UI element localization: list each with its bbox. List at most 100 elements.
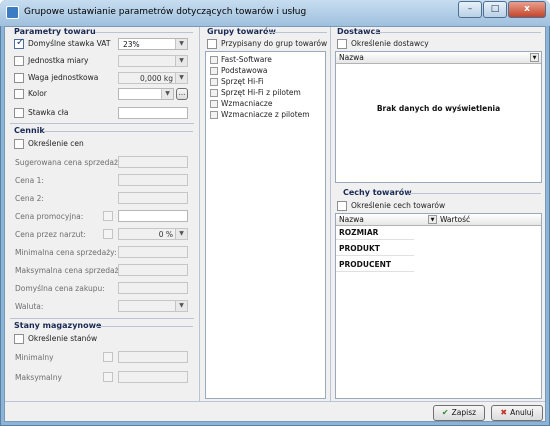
list-item[interactable]: Wzmacniacze — [210, 99, 273, 109]
cena2-label: Cena 2: — [15, 194, 44, 203]
checkbox-icon — [210, 67, 218, 75]
okreslenie-cen-label: Określenie cen — [28, 139, 84, 148]
jednostka-select[interactable]: ▼ — [118, 55, 188, 67]
cena2-input[interactable] — [118, 192, 188, 204]
okreslenie-stanow-checkbox[interactable] — [14, 334, 24, 344]
list-item-label: Wzmacniacze z pilotem — [221, 110, 310, 119]
vat-rate-select[interactable]: 23% ▼ — [118, 38, 188, 50]
cechy-grid[interactable]: Nazwa ▼ Wartość ROZMIAR PRODUKT PRODUCEN… — [335, 213, 542, 399]
kolor-picker-button[interactable]: ... — [176, 88, 188, 100]
minimalna-cena-label: Minimalna cena sprzedaży: — [15, 248, 117, 257]
column-divider-right — [330, 27, 331, 401]
list-item[interactable]: Podstawowa — [210, 66, 268, 76]
list-item[interactable]: Fast-Software — [210, 55, 272, 65]
minimalny-checkbox[interactable] — [103, 352, 113, 362]
chevron-down-icon: ▼ — [175, 39, 187, 49]
cechy-col-wartosc: Wartość — [440, 215, 471, 224]
column-divider-left — [199, 27, 200, 401]
kolor-select[interactable]: ▼ — [118, 88, 174, 100]
waga-value: 0,000 kg — [140, 74, 173, 83]
filter-dropdown-icon[interactable]: ▼ — [428, 215, 437, 224]
maksymalna-cena-input[interactable] — [118, 264, 188, 276]
dostawca-col-nazwa: Nazwa — [339, 53, 364, 62]
list-item[interactable]: Wzmacniacze z pilotem — [210, 110, 310, 120]
waga-checkbox[interactable] — [14, 73, 24, 83]
okreslenie-cech-checkbox[interactable] — [337, 201, 347, 211]
kolor-checkbox[interactable] — [14, 89, 24, 99]
checkbox-icon — [210, 78, 218, 86]
dostawca-column-header[interactable]: Nazwa ▼ — [336, 52, 541, 64]
save-button[interactable]: ✔ Zapisz — [433, 405, 485, 421]
narzut-input[interactable]: 0 % ▼ — [118, 228, 188, 240]
kolor-label: Kolor — [28, 89, 47, 98]
maximize-button[interactable]: □ — [483, 1, 507, 18]
stany-top-divider — [10, 318, 194, 319]
domyslna-vat-checkbox[interactable]: ✓ — [14, 37, 24, 49]
stawka-cla-input[interactable] — [118, 107, 188, 119]
stany-title: Stany magazynowe — [14, 321, 102, 330]
grupy-list[interactable]: Fast-Software Podstawowa Sprzęt Hi-Fi Sp… — [205, 51, 326, 399]
parametry-title: Parametry towaru — [14, 27, 96, 36]
domyslna-vat-label: Domyślne stawka VAT — [28, 39, 111, 48]
chevron-down-icon: ▼ — [175, 73, 187, 83]
table-row[interactable]: PRODUCENT — [336, 259, 414, 272]
list-item[interactable]: Sprzęt Hi-Fi — [210, 77, 264, 87]
cancel-label: Anuluj — [510, 408, 534, 417]
cennik-divider — [43, 131, 193, 132]
save-label: Zapisz — [451, 408, 477, 417]
stawka-cla-label: Stawka cła — [28, 108, 69, 117]
list-item-label: Wzmacniacze — [221, 99, 273, 108]
okreslenie-dostawcy-checkbox[interactable] — [337, 39, 347, 49]
cena-narzut-checkbox[interactable] — [103, 229, 113, 239]
checkbox-icon — [210, 56, 218, 64]
grupy-divider — [267, 32, 327, 33]
maksymalny-input[interactable] — [118, 371, 188, 383]
maksymalny-checkbox[interactable] — [103, 372, 113, 382]
filter-dropdown-icon[interactable]: ▼ — [530, 53, 539, 62]
checkbox-icon — [210, 89, 218, 97]
okreslenie-cen-checkbox[interactable] — [14, 139, 24, 149]
waluta-select[interactable]: ▼ — [118, 300, 188, 312]
maksymalny-label: Maksymalny — [15, 373, 62, 382]
waluta-label: Waluta: — [15, 302, 44, 311]
grupy-title: Grupy towarów — [207, 27, 276, 36]
maksymalna-cena-label: Maksymalna cena sprzedaży: — [15, 266, 125, 275]
waga-input[interactable]: 0,000 kg ▼ — [118, 72, 188, 84]
list-item-label: Fast-Software — [221, 55, 272, 64]
minimalny-input[interactable] — [118, 351, 188, 363]
minimalny-label: Minimalny — [15, 353, 54, 362]
cechy-column-header: Nazwa ▼ Wartość — [336, 214, 541, 226]
cena-promocyjna-checkbox[interactable] — [103, 211, 113, 221]
checkbox-icon — [210, 100, 218, 108]
list-item[interactable]: Sprzęt Hi-Fi z pilotem — [210, 88, 301, 98]
sugerowana-cena-input[interactable] — [118, 156, 188, 168]
dostawca-divider — [375, 32, 541, 33]
cena-zakupu-input[interactable] — [118, 282, 188, 294]
okreslenie-dostawcy-label: Określenie dostawcy — [351, 39, 429, 48]
app-icon — [6, 6, 19, 19]
title-bar: Grupowe ustawianie parametrów dotyczącyc… — [0, 0, 550, 26]
jednostka-checkbox[interactable] — [14, 56, 24, 66]
table-row[interactable]: PRODUKT — [336, 243, 414, 256]
list-item-label: Sprzęt Hi-Fi z pilotem — [221, 88, 301, 97]
przypisany-checkbox[interactable] — [207, 39, 217, 49]
cena-promocyjna-input[interactable] — [118, 210, 188, 222]
chevron-down-icon: ▼ — [175, 229, 187, 239]
chevron-down-icon: ▼ — [175, 56, 187, 66]
stawka-cla-checkbox[interactable] — [14, 108, 24, 118]
okreslenie-cech-label: Określenie cech towarów — [351, 201, 446, 210]
stany-divider — [97, 326, 193, 327]
cena-zakupu-label: Domyślna cena zakupu: — [15, 284, 105, 293]
minimalna-cena-input[interactable] — [118, 246, 188, 258]
sugerowana-cena-label: Sugerowana cena sprzedaży: — [15, 158, 125, 167]
cancel-button[interactable]: ✖ Anuluj — [491, 405, 543, 421]
chevron-down-icon: ▼ — [175, 301, 187, 311]
close-button[interactable]: x — [508, 1, 546, 18]
table-row[interactable]: ROZMIAR — [336, 227, 414, 240]
cena-promocyjna-label: Cena promocyjna: — [15, 212, 84, 221]
cena1-input[interactable] — [118, 174, 188, 186]
dostawca-grid[interactable]: Nazwa ▼ Brak danych do wyświetlenia — [335, 51, 542, 183]
cechy-divider — [409, 193, 541, 194]
minimize-button[interactable]: – — [458, 1, 482, 18]
cennik-title: Cennik — [14, 126, 45, 135]
